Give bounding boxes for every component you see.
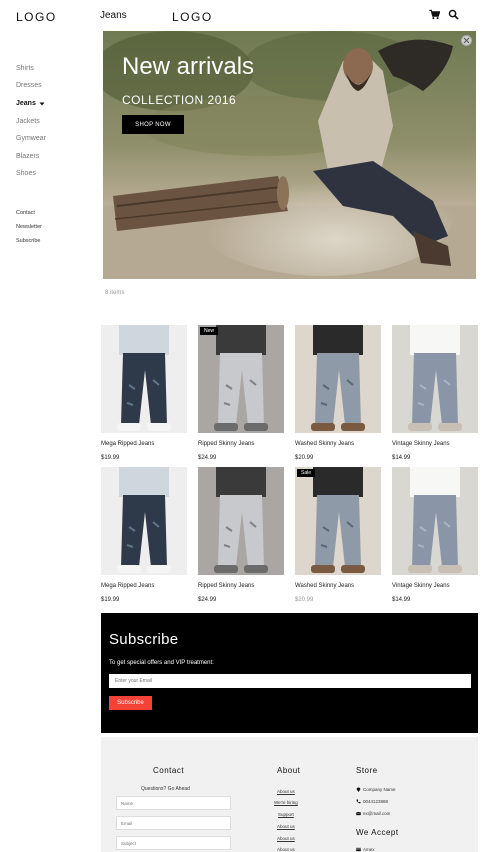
footer-link-about-us[interactable]: About us xyxy=(277,824,295,829)
hero-title: New arrivals xyxy=(122,53,255,80)
product-price: $14.99 xyxy=(392,597,411,603)
top-bar: LOGO Jeans LOGO xyxy=(0,0,485,34)
sidebar-item-gymwear[interactable]: Gymwear xyxy=(16,130,96,148)
footer-contact-title: Contact xyxy=(153,766,185,775)
phone-icon xyxy=(356,799,361,804)
footer-about-title: About xyxy=(277,766,301,775)
accept-amex: Amex xyxy=(363,847,375,852)
product-name[interactable]: Washed Skinny Jeans xyxy=(295,441,381,449)
sidebar-categories: Shirts Dresses Jeans Jackets Gymwear Bla… xyxy=(16,60,96,183)
name-field[interactable] xyxy=(116,796,231,810)
sidebar-item-blazers[interactable]: Blazers xyxy=(16,148,96,166)
logo-center[interactable]: LOGO xyxy=(172,10,213,24)
items-count: 8 items xyxy=(105,290,125,296)
product-badge: Sale xyxy=(297,469,316,477)
footer-link-support[interactable]: Support xyxy=(278,812,294,817)
envelope-icon xyxy=(356,811,361,816)
product-card[interactable]: Ripped Skinny Jeans $24.99 xyxy=(198,467,284,603)
product-name[interactable]: Ripped Skinny Jeans xyxy=(198,441,284,449)
product-name[interactable]: Ripped Skinny Jeans xyxy=(198,583,284,591)
product-price: $19.99 xyxy=(101,455,120,461)
product-price: $24.99 xyxy=(198,597,217,603)
product-price: $19.99 xyxy=(101,597,120,603)
product-price: $24.99 xyxy=(198,455,217,461)
sidebar-item-label: Jeans xyxy=(16,99,36,107)
logo[interactable]: LOGO xyxy=(16,10,57,24)
product-card[interactable]: Sale Washed Skinny Jeans $20.99 xyxy=(295,467,381,603)
sidebar-item-dresses[interactable]: Dresses xyxy=(16,78,96,96)
product-name[interactable]: Mega Ripped Jeans xyxy=(101,583,187,591)
product-image[interactable] xyxy=(295,325,381,433)
footer-accept-title: We Accept xyxy=(356,828,399,837)
product-name[interactable]: Vintage Skinny Jeans xyxy=(392,583,478,591)
product-image[interactable] xyxy=(392,467,478,575)
footer-link-hiring[interactable]: We're hiring xyxy=(274,800,298,805)
sidebar-link-newsletter[interactable]: Newsletter xyxy=(16,222,42,236)
product-name[interactable]: Washed Skinny Jeans xyxy=(295,583,381,591)
hero-subtitle: COLLECTION 2016 xyxy=(122,93,237,107)
map-marker-icon xyxy=(356,787,361,792)
product-name[interactable]: Vintage Skinny Jeans xyxy=(392,441,478,449)
product-image[interactable] xyxy=(392,325,478,433)
store-email: ex@mail.com xyxy=(363,811,391,816)
sidebar-item-jeans[interactable]: Jeans xyxy=(16,95,96,113)
store-email-row: ex@mail.com xyxy=(356,811,390,816)
product-image[interactable] xyxy=(198,467,284,575)
footer: Contact Questions? Go Ahead About About … xyxy=(101,737,478,852)
email-field[interactable] xyxy=(116,816,231,830)
sidebar-item-label: Gymwear xyxy=(16,135,46,143)
caret-down-icon xyxy=(39,101,45,107)
sidebar-item-label: Shirts xyxy=(16,64,34,72)
product-price: $20.99 xyxy=(295,455,314,461)
product-badge: New xyxy=(200,327,219,335)
accept-amex-row: Amex xyxy=(356,847,375,852)
page-title: Jeans xyxy=(100,10,127,21)
product-name[interactable]: Mega Ripped Jeans xyxy=(101,441,187,449)
product-card[interactable]: Mega Ripped Jeans $19.99 xyxy=(101,325,187,461)
sidebar-item-label: Shoes xyxy=(16,170,36,178)
sidebar-item-shirts[interactable]: Shirts xyxy=(16,60,96,78)
product-card[interactable]: Washed Skinny Jeans $20.99 xyxy=(295,325,381,461)
store-company-row: Company Name xyxy=(356,787,396,792)
footer-link-about-us[interactable]: About us xyxy=(277,836,295,841)
sidebar-item-label: Jackets xyxy=(16,117,40,125)
shop-now-button[interactable]: SHOP NOW xyxy=(122,115,184,134)
product-image[interactable] xyxy=(101,467,187,575)
product-card[interactable]: Vintage Skinny Jeans $14.99 xyxy=(392,467,478,603)
subscribe-button[interactable]: Subscribe xyxy=(109,696,152,710)
product-price: $20.99 xyxy=(295,597,314,603)
footer-contact-subtitle: Questions? Go Ahead xyxy=(141,786,190,792)
sidebar-links: Contact Newsletter Subscribe xyxy=(16,208,42,250)
search-icon[interactable] xyxy=(448,9,459,20)
footer-store-title: Store xyxy=(356,766,378,775)
cart-icon[interactable] xyxy=(429,9,440,20)
store-phone: 0044123888 xyxy=(363,799,389,804)
store-company: Company Name xyxy=(363,787,396,792)
subscribe-text: To get special offers and VIP treatment: xyxy=(109,660,214,666)
product-image[interactable]: New xyxy=(198,325,284,433)
credit-card-icon xyxy=(356,847,361,852)
subscribe-title: Subscribe xyxy=(109,631,179,648)
sidebar-item-label: Dresses xyxy=(16,82,42,90)
product-card[interactable]: Vintage Skinny Jeans $14.99 xyxy=(392,325,478,461)
header-icons xyxy=(429,9,459,20)
subject-field[interactable] xyxy=(116,836,231,850)
product-card[interactable]: New Ripped Skinny Jeans $24.99 xyxy=(198,325,284,461)
sidebar-item-jackets[interactable]: Jackets xyxy=(16,113,96,131)
store-phone-row: 0044123888 xyxy=(356,799,388,804)
product-image[interactable]: Sale xyxy=(295,467,381,575)
email-field[interactable] xyxy=(109,674,471,688)
footer-link-about-us[interactable]: About us xyxy=(277,789,295,794)
subscribe-section: Subscribe To get special offers and VIP … xyxy=(101,613,478,733)
sidebar-link-contact[interactable]: Contact xyxy=(16,208,42,222)
hero-banner: New arrivals COLLECTION 2016 SHOP NOW xyxy=(103,31,476,279)
sidebar-item-shoes[interactable]: Shoes xyxy=(16,166,96,184)
close-icon[interactable] xyxy=(461,35,472,46)
product-image[interactable] xyxy=(101,325,187,433)
footer-link-about-us[interactable]: About us xyxy=(277,847,295,852)
sidebar-link-subscribe[interactable]: Subscribe xyxy=(16,236,42,250)
product-price: $14.99 xyxy=(392,455,411,461)
sidebar-item-label: Blazers xyxy=(16,152,40,160)
product-card[interactable]: Mega Ripped Jeans $19.99 xyxy=(101,467,187,603)
